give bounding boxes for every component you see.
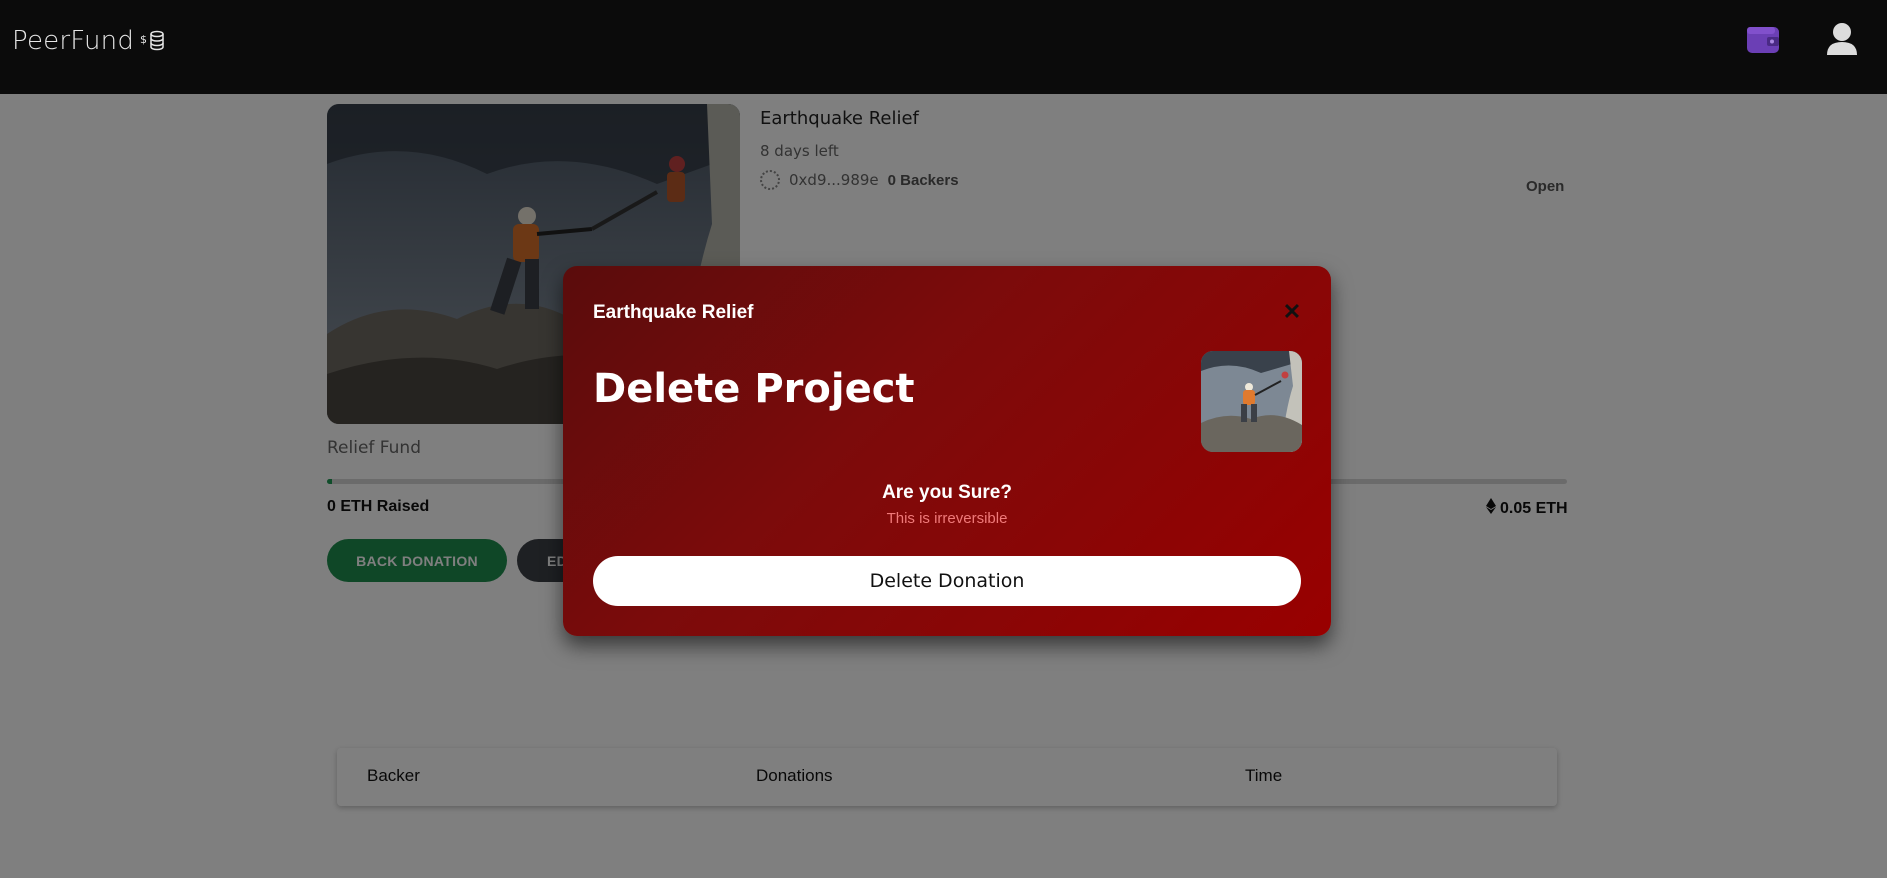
brand-logo[interactable]: PeerFund $ bbox=[12, 26, 166, 56]
wallet-icon[interactable] bbox=[1746, 24, 1780, 54]
coins-dollar-icon: $ bbox=[140, 29, 166, 53]
close-icon[interactable]: ✕ bbox=[1280, 300, 1304, 324]
irreversible-warning: This is irreversible bbox=[886, 510, 1008, 527]
confirm-question: Are you Sure? bbox=[882, 482, 1012, 503]
delete-project-modal: Earthquake Relief ✕ Delete Project Are y… bbox=[563, 266, 1331, 636]
modal-title: Delete Project bbox=[593, 366, 915, 412]
delete-donation-button[interactable]: Delete Donation bbox=[593, 556, 1301, 606]
navbar: PeerFund $ bbox=[0, 0, 1887, 94]
modal-project-name: Earthquake Relief bbox=[593, 302, 754, 323]
svg-text:$: $ bbox=[140, 33, 147, 46]
brand-name: PeerFund bbox=[12, 26, 135, 56]
project-thumbnail bbox=[1201, 351, 1302, 452]
user-icon[interactable] bbox=[1826, 22, 1858, 56]
